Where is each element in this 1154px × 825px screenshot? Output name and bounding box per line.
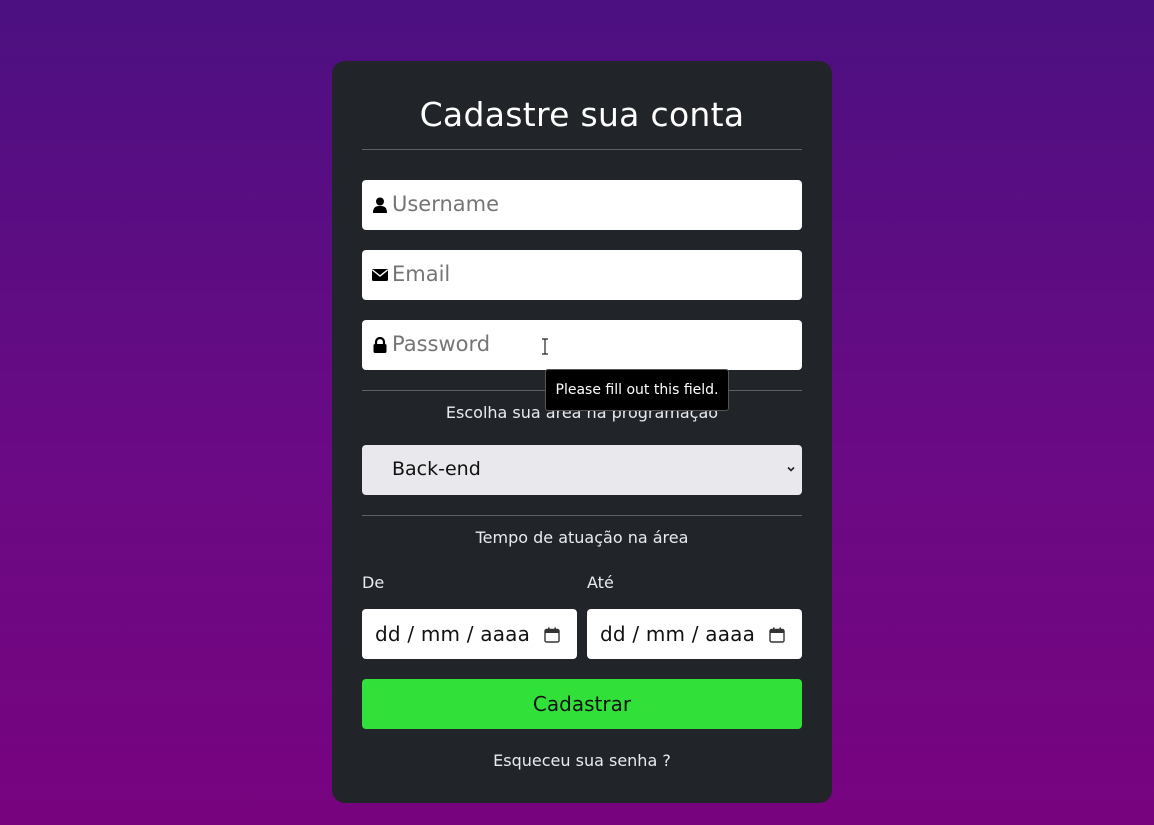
password-placeholder: Password xyxy=(392,332,491,356)
username-field[interactable]: Username xyxy=(362,180,802,230)
validation-tooltip: Please fill out this field. xyxy=(545,369,729,411)
submit-button[interactable]: Cadastrar xyxy=(362,679,802,729)
user-icon xyxy=(373,197,387,213)
area-select[interactable]: Back-end xyxy=(362,445,802,495)
to-date-input[interactable]: dd / mm / aaaa xyxy=(587,609,802,659)
username-placeholder: Username xyxy=(392,192,500,216)
email-placeholder: Email xyxy=(392,262,451,286)
from-label: De xyxy=(362,573,385,592)
divider xyxy=(362,515,802,516)
time-label: Tempo de atuação na área xyxy=(475,528,689,547)
from-date-input[interactable]: dd / mm / aaaa xyxy=(362,609,577,659)
email-field[interactable]: Email xyxy=(362,250,802,300)
to-label: Até xyxy=(587,573,614,592)
area-select-value: Back-end xyxy=(392,458,481,480)
signup-card: Cadastre sua conta Username Email Passwo… xyxy=(332,61,832,803)
calendar-icon[interactable] xyxy=(769,627,785,643)
page-title: Cadastre sua conta xyxy=(419,95,745,134)
password-field[interactable]: Password xyxy=(362,320,802,370)
calendar-icon[interactable] xyxy=(544,627,560,643)
from-date-value: dd / mm / aaaa xyxy=(375,622,531,646)
text-cursor-icon xyxy=(542,338,548,355)
lock-icon xyxy=(373,337,387,353)
forgot-password-link[interactable]: Esqueceu sua senha ? xyxy=(332,751,832,770)
chevron-down-icon xyxy=(787,466,795,472)
divider xyxy=(362,149,802,150)
to-date-value: dd / mm / aaaa xyxy=(600,622,756,646)
envelope-icon xyxy=(372,269,388,281)
